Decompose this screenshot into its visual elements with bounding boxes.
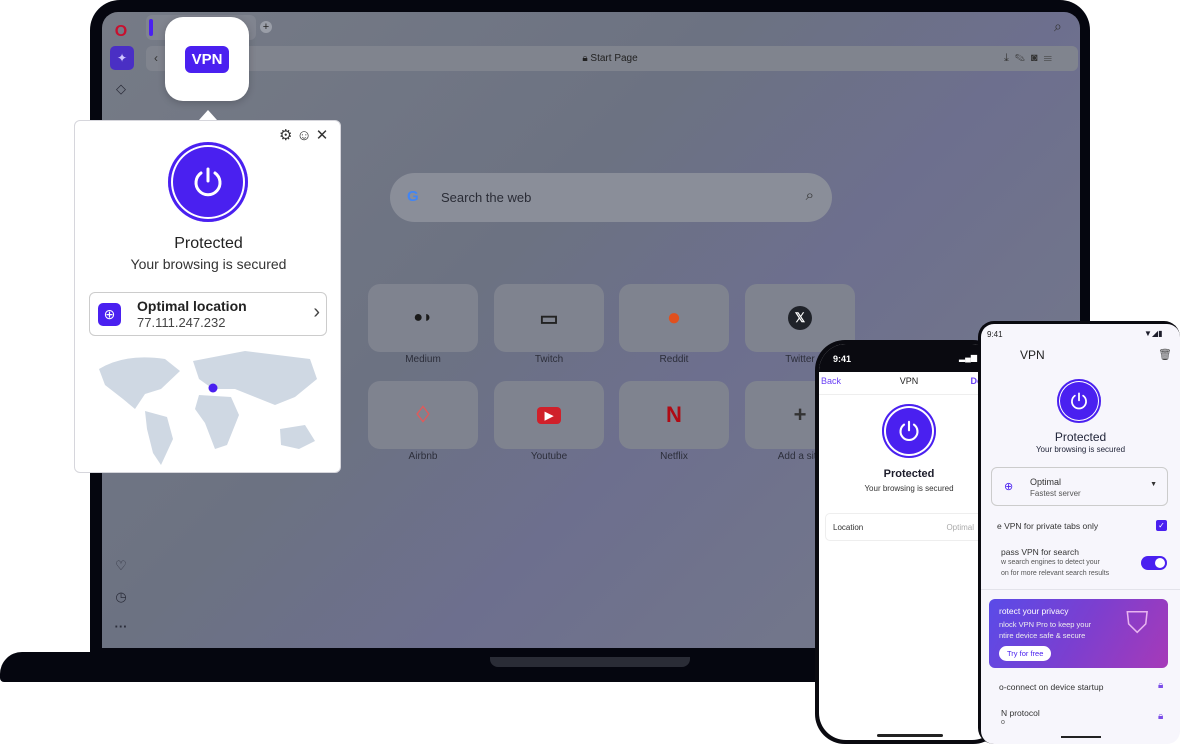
more-icon[interactable]: ··· xyxy=(109,619,133,634)
history-icon[interactable]: ◷ xyxy=(109,589,133,605)
speed-dial-medium[interactable]: ●◗ xyxy=(368,284,478,352)
speed-dial-label: Medium xyxy=(405,354,441,365)
power-icon xyxy=(194,167,222,197)
android-phone: 9:41 ▼◢▮ VPN 🗑︎ Protected Your browsing … xyxy=(978,321,1180,744)
search-input[interactable]: G Search the web ⌕ xyxy=(390,173,832,222)
lock-icon: 🔒︎ xyxy=(1158,711,1164,722)
power-icon xyxy=(899,420,919,442)
status-subtitle: Your browsing is secured xyxy=(130,256,287,272)
speed-dial-reddit[interactable]: ● xyxy=(619,284,729,352)
opera-logo-icon[interactable]: O xyxy=(109,23,133,41)
iphone: 9:41 ▂▄▆ ◠ ▭ Back VPN Done Protected You… xyxy=(815,340,1003,744)
settings-icon[interactable]: ☰ xyxy=(1044,52,1058,64)
youtube-icon: ▶ xyxy=(537,406,561,424)
location-dot xyxy=(208,383,218,393)
power-icon xyxy=(1071,392,1087,410)
promo-banner: rotect your privacy nlock VPN Pro to kee… xyxy=(989,599,1168,668)
google-icon: G xyxy=(407,188,419,205)
ios-power-button[interactable] xyxy=(882,404,936,458)
twitch-icon: ▭ xyxy=(539,307,559,330)
reddit-icon: ● xyxy=(666,304,682,331)
speed-dial-youtube[interactable]: ▶ xyxy=(494,381,604,449)
world-map xyxy=(99,351,317,465)
smiley-icon[interactable]: ☺ xyxy=(296,127,315,144)
x-icon: 𝕏 xyxy=(788,306,812,330)
medium-icon: ●◗ xyxy=(413,309,433,326)
chevron-right-icon: › xyxy=(313,301,320,323)
search-icon[interactable]: ⌕ xyxy=(806,187,814,204)
speed-dial-label: Reddit xyxy=(659,354,689,365)
nav-handle xyxy=(1061,736,1101,738)
search-tabs-icon[interactable]: ⌕ xyxy=(1054,18,1062,35)
airbnb-icon: ♢ xyxy=(413,402,433,427)
gear-icon[interactable]: ⚙ xyxy=(279,127,296,144)
new-tab-button[interactable]: + xyxy=(260,21,272,33)
home-indicator xyxy=(877,734,943,737)
laptop-notch xyxy=(490,657,690,667)
netflix-icon: N xyxy=(666,402,682,427)
power-button[interactable] xyxy=(168,142,248,222)
download-icon[interactable]: ⤓ xyxy=(1004,52,1015,64)
toolbar-icons[interactable]: ⤓✎◙☰ xyxy=(1004,52,1058,65)
status-title: Protected xyxy=(174,235,243,252)
shield-icon: ⛉ xyxy=(1126,607,1149,640)
server-dropdown[interactable]: ⊕ Optimal Fastest server ▼ xyxy=(991,467,1168,506)
camera-icon[interactable]: ◙ xyxy=(1031,52,1044,64)
close-icon[interactable]: ✕ xyxy=(316,127,333,144)
plus-icon: + xyxy=(793,402,807,427)
speed-dial-label: Twitch xyxy=(534,354,564,365)
private-tabs-checkbox[interactable]: ✓ xyxy=(1156,520,1167,531)
lock-icon: 🔒︎ xyxy=(1158,680,1164,691)
android-power-button[interactable] xyxy=(1057,379,1101,423)
heart-icon[interactable]: ♡ xyxy=(109,558,133,574)
edit-icon[interactable]: ✎ xyxy=(1015,52,1031,64)
vpn-popup: ⚙☺✕ Protected Your browsing is secured ⊕… xyxy=(74,120,341,473)
speed-dial-label: Youtube xyxy=(530,451,568,462)
diamond-icon[interactable]: ◇ xyxy=(109,81,133,97)
speed-dial-netflix[interactable]: N xyxy=(619,381,729,449)
dropdown-arrow-icon: ▼ xyxy=(1150,481,1157,488)
bypass-toggle[interactable] xyxy=(1141,556,1167,570)
location-card[interactable]: ⊕ Optimal location 77.111.247.232 › xyxy=(89,292,327,336)
vpn-badge-label[interactable]: VPN xyxy=(185,46,229,73)
ios-location-row[interactable]: Location Optimal › xyxy=(825,513,993,541)
popup-pointer xyxy=(199,110,217,120)
speed-dial-twitch[interactable]: ▭ xyxy=(494,284,604,352)
globe-icon: ⊕ xyxy=(98,303,121,326)
trash-icon[interactable]: 🗑︎ xyxy=(1158,348,1172,361)
status-icons: ▼◢▮ xyxy=(1144,329,1163,338)
speed-dial-label: Airbnb xyxy=(408,451,438,462)
globe-icon: ⊕ xyxy=(1004,481,1014,493)
speed-dial-airbnb[interactable]: ♢ xyxy=(368,381,478,449)
try-free-button[interactable]: Try for free xyxy=(999,646,1052,661)
speed-dial-label: Netflix xyxy=(660,451,688,462)
